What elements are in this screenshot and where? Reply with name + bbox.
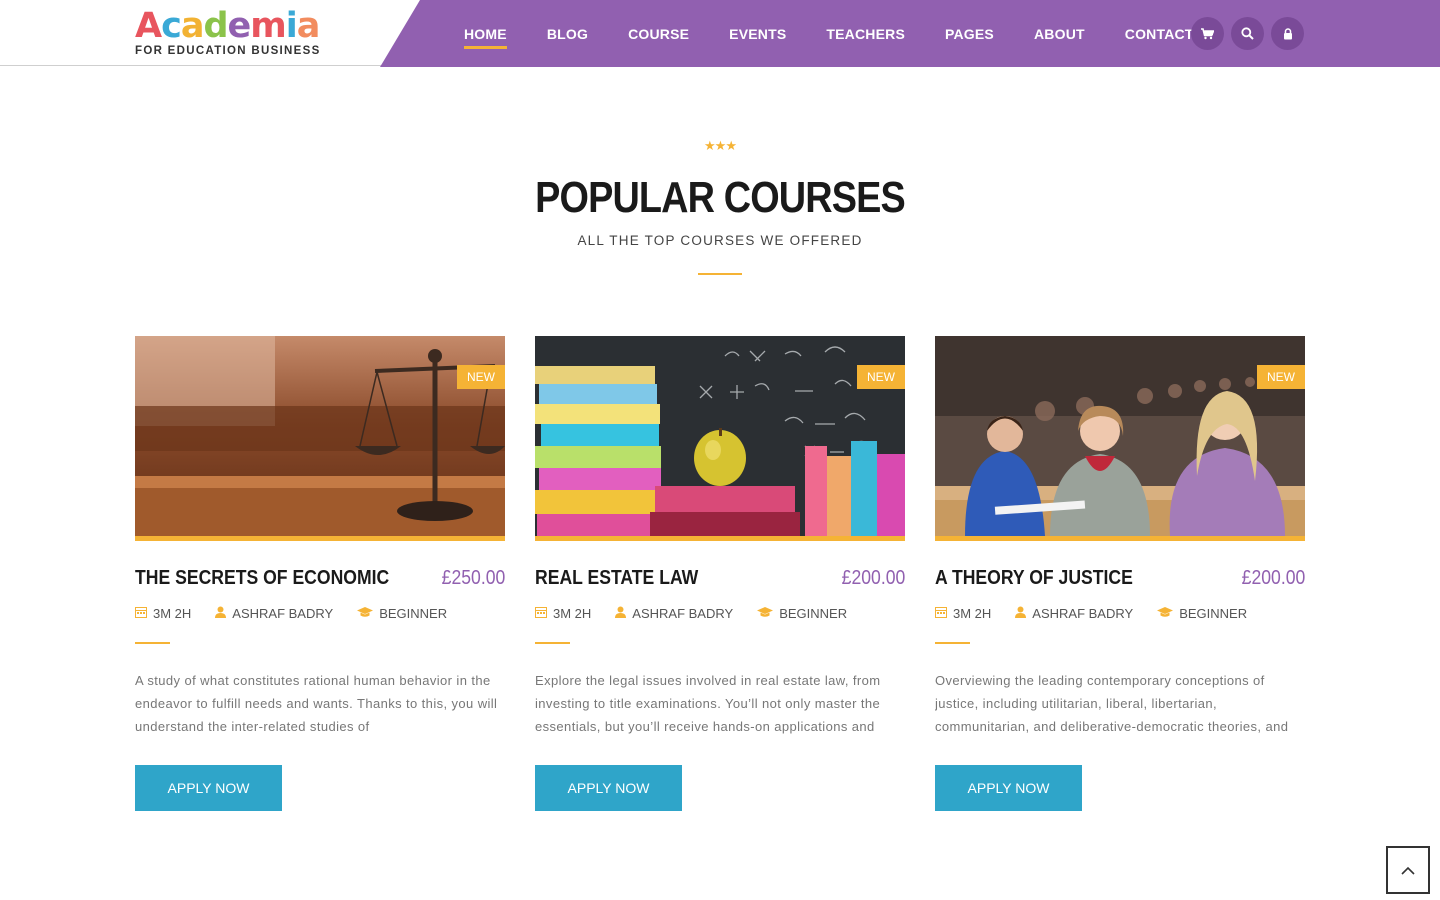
logo-tagline: FOR EDUCATION BUSINESS	[135, 45, 321, 57]
nav-item-contact[interactable]: CONTACT	[1125, 0, 1194, 67]
search-icon[interactable]	[1231, 17, 1264, 50]
scroll-to-top-button[interactable]	[1386, 846, 1430, 894]
card-accent-bar	[135, 536, 505, 541]
course-meta: 3M 2H ASHRAF BADRY BEGINNER	[535, 606, 871, 621]
site-header: Academia FOR EDUCATION BUSINESS HOME BLO…	[0, 0, 1440, 67]
apply-now-button[interactable]: APPLY NOW	[535, 765, 682, 811]
user-icon	[1015, 606, 1027, 621]
graduation-cap-icon	[357, 606, 374, 621]
card-accent-bar	[535, 536, 905, 541]
course-meta: 3M 2H ASHRAF BADRY BEGINNER	[935, 606, 1271, 621]
course-card: NEW REAL ESTATE LAW £200.00 3M 2H ASHRAF…	[535, 336, 905, 811]
students-lecture-image	[935, 336, 1305, 536]
course-instructor[interactable]: ASHRAF BADRY	[1032, 606, 1133, 621]
course-card: NEW A THEORY OF JUSTICE £200.00 3M 2H AS…	[935, 336, 1305, 811]
nav-item-events[interactable]: EVENTS	[729, 0, 786, 67]
meta-divider	[135, 642, 170, 644]
justice-scales-image	[135, 336, 505, 536]
site-logo[interactable]: Academia FOR EDUCATION BUSINESS	[135, 6, 321, 57]
rating-stars-icon: ★★★	[704, 138, 737, 153]
course-description: Explore the legal issues involved in rea…	[535, 673, 881, 734]
new-badge: NEW	[457, 365, 505, 389]
calendar-icon	[135, 606, 147, 621]
course-image[interactable]: NEW	[135, 336, 505, 536]
meta-divider	[535, 642, 570, 644]
user-icon	[215, 606, 227, 621]
chevron-up-icon	[1401, 866, 1415, 875]
lock-icon[interactable]	[1271, 17, 1304, 50]
calendar-icon	[935, 606, 947, 621]
section-divider	[698, 273, 742, 275]
logo-wordmark: Academia	[135, 6, 320, 46]
apply-now-button[interactable]: APPLY NOW	[935, 765, 1082, 811]
nav-item-course[interactable]: COURSE	[628, 0, 689, 67]
nav-item-blog[interactable]: BLOG	[547, 0, 588, 67]
new-badge: NEW	[1257, 365, 1305, 389]
course-price: £200.00	[841, 567, 905, 589]
user-icon	[615, 606, 627, 621]
meta-divider	[935, 642, 970, 644]
apply-now-button[interactable]: APPLY NOW	[135, 765, 282, 811]
course-instructor[interactable]: ASHRAF BADRY	[232, 606, 333, 621]
course-price: £200.00	[1241, 567, 1305, 589]
course-meta: 3M 2H ASHRAF BADRY BEGINNER	[135, 606, 471, 621]
course-title[interactable]: A THEORY OF JUSTICE	[935, 567, 1133, 590]
new-badge: NEW	[857, 365, 905, 389]
course-level: BEGINNER	[379, 606, 448, 621]
nav-item-home[interactable]: HOME	[464, 0, 507, 67]
course-title[interactable]: REAL ESTATE LAW	[535, 567, 698, 590]
course-duration: 3M 2H	[153, 606, 192, 621]
course-title[interactable]: THE SECRETS OF ECONOMIC	[135, 567, 389, 590]
section-subtitle: ALL THE TOP COURSES WE OFFERED	[577, 233, 863, 248]
books-chalkboard-image	[535, 336, 905, 536]
graduation-cap-icon	[757, 606, 774, 621]
course-duration: 3M 2H	[553, 606, 592, 621]
course-instructor[interactable]: ASHRAF BADRY	[632, 606, 733, 621]
header-actions	[1191, 17, 1304, 50]
course-description: A study of what constitutes rational hum…	[135, 673, 498, 734]
nav-item-about[interactable]: ABOUT	[1034, 0, 1085, 67]
course-duration: 3M 2H	[953, 606, 992, 621]
section-title: POPULAR COURSES	[535, 173, 906, 222]
nav-item-pages[interactable]: PAGES	[945, 0, 994, 67]
calendar-icon	[535, 606, 547, 621]
course-level: BEGINNER	[779, 606, 848, 621]
course-level: BEGINNER	[1179, 606, 1248, 621]
main-nav: HOME BLOG COURSE EVENTS TEACHERS PAGES A…	[464, 0, 1234, 67]
course-price: £250.00	[441, 567, 505, 589]
card-accent-bar	[935, 536, 1305, 541]
course-card: NEW THE SECRETS OF ECONOMIC £250.00 3M 2…	[135, 336, 505, 811]
cart-icon[interactable]	[1191, 17, 1224, 50]
course-image[interactable]: NEW	[535, 336, 905, 536]
nav-item-teachers[interactable]: TEACHERS	[826, 0, 905, 67]
course-description: Overviewing the leading contemporary con…	[935, 673, 1289, 734]
course-image[interactable]: NEW	[935, 336, 1305, 536]
graduation-cap-icon	[1157, 606, 1174, 621]
